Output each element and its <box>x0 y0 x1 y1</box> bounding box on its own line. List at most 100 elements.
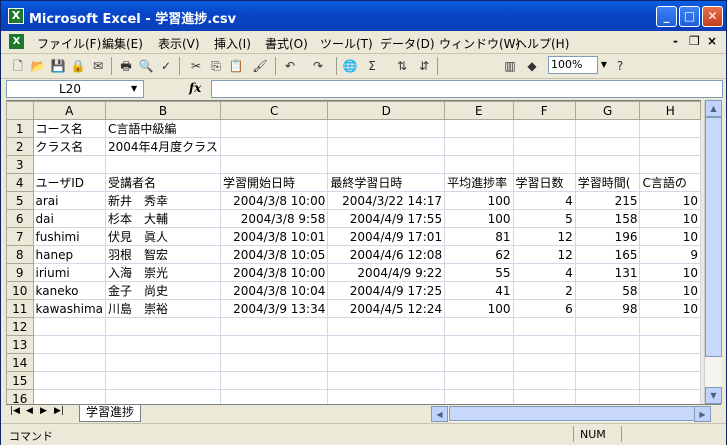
cell[interactable]: コース名 <box>32 119 106 138</box>
row-header[interactable]: 3 <box>6 155 34 174</box>
menu-edit[interactable]: 編集(E) <box>102 35 143 52</box>
row-header[interactable]: 13 <box>6 335 34 354</box>
cell[interactable] <box>327 137 446 156</box>
new-icon[interactable]: 🗋 <box>9 57 27 75</box>
cell[interactable]: 新井 秀幸 <box>105 191 221 210</box>
cell[interactable] <box>639 155 701 174</box>
cell[interactable] <box>574 353 641 372</box>
cell[interactable]: 10 <box>639 281 701 300</box>
cell[interactable]: 215 <box>574 191 641 210</box>
cell[interactable]: 4 <box>512 263 576 282</box>
cell[interactable] <box>327 119 446 138</box>
undo-icon[interactable]: ↶ <box>281 57 299 75</box>
row-header[interactable]: 12 <box>6 317 34 336</box>
column-header-a[interactable]: A <box>32 101 106 120</box>
last-sheet-icon[interactable]: ▶| <box>54 406 64 416</box>
row-header[interactable]: 16 <box>6 389 34 405</box>
cell[interactable]: 100 <box>444 191 514 210</box>
cell[interactable] <box>444 353 514 372</box>
cell[interactable]: 158 <box>574 209 641 228</box>
formula-input[interactable] <box>211 80 723 98</box>
cell[interactable] <box>574 119 641 138</box>
email-icon[interactable]: ✉ <box>89 57 107 75</box>
cell[interactable] <box>639 371 701 390</box>
cell[interactable]: 伏見 眞人 <box>105 227 221 246</box>
cell[interactable] <box>219 155 329 174</box>
vertical-scroll-thumb[interactable] <box>705 117 722 357</box>
cell[interactable]: 100 <box>444 209 514 228</box>
scroll-right-icon[interactable]: ▶ <box>694 406 711 422</box>
horizontal-scroll-thumb[interactable] <box>449 406 711 421</box>
cell[interactable]: 2004/4/9 17:25 <box>327 281 446 300</box>
cell[interactable] <box>444 155 514 174</box>
cell[interactable]: 9 <box>639 245 701 264</box>
cell[interactable] <box>327 389 446 405</box>
cell[interactable]: 2004/3/8 10:00 <box>219 191 329 210</box>
cell[interactable] <box>219 335 329 354</box>
cell[interactable]: 58 <box>574 281 641 300</box>
cell[interactable]: 196 <box>574 227 641 246</box>
cell[interactable] <box>639 119 701 138</box>
row-header[interactable]: 7 <box>6 227 34 246</box>
cell[interactable]: 受講者名 <box>105 173 221 192</box>
help-icon[interactable]: ? <box>611 57 629 75</box>
cell[interactable] <box>32 353 106 372</box>
cell[interactable]: 10 <box>639 191 701 210</box>
row-header[interactable]: 8 <box>6 245 34 264</box>
menu-file[interactable]: ファイル(F) <box>37 35 101 52</box>
drawing-icon[interactable]: ◆ <box>523 57 541 75</box>
column-header-f[interactable]: F <box>512 101 576 120</box>
cell[interactable] <box>32 317 106 336</box>
menu-data[interactable]: データ(D) <box>380 35 435 52</box>
cell[interactable]: 98 <box>574 299 641 318</box>
cell[interactable] <box>105 389 221 405</box>
cell[interactable]: 2004/3/8 10:00 <box>219 263 329 282</box>
cell[interactable]: C言語の <box>639 173 701 192</box>
cell[interactable] <box>512 137 576 156</box>
cell[interactable] <box>444 371 514 390</box>
column-header-d[interactable]: D <box>327 101 446 120</box>
open-icon[interactable]: 📂 <box>29 57 47 75</box>
cell[interactable]: ユーザID <box>32 173 106 192</box>
chart-wizard-icon[interactable]: ▥ <box>501 57 519 75</box>
name-box-dropdown-icon[interactable]: ▼ <box>131 81 137 97</box>
cut-icon[interactable]: ✂ <box>187 57 205 75</box>
cell[interactable]: 学習時間( <box>574 173 641 192</box>
cell[interactable] <box>105 353 221 372</box>
doc-close-button[interactable]: × <box>707 34 717 48</box>
column-header-c[interactable]: C <box>219 101 329 120</box>
column-header-e[interactable]: E <box>444 101 514 120</box>
cell[interactable] <box>32 389 106 405</box>
format-painter-icon[interactable]: 🖌 <box>251 57 269 75</box>
zoom-select[interactable]: 100% <box>548 56 598 74</box>
prev-sheet-icon[interactable]: ◀ <box>26 406 33 416</box>
cell[interactable]: 6 <box>512 299 576 318</box>
row-header[interactable]: 14 <box>6 353 34 372</box>
cell[interactable]: 4 <box>512 191 576 210</box>
cell[interactable]: 杉本 大輔 <box>105 209 221 228</box>
cell[interactable] <box>105 335 221 354</box>
cell[interactable] <box>574 389 641 405</box>
minimize-button[interactable]: _ <box>656 6 677 27</box>
scroll-up-icon[interactable]: ▲ <box>705 100 722 117</box>
cell[interactable] <box>574 317 641 336</box>
sheet-tab-active[interactable]: 学習進捗 <box>79 405 142 422</box>
cell[interactable] <box>219 119 329 138</box>
cell[interactable] <box>574 335 641 354</box>
cell[interactable] <box>219 317 329 336</box>
cell[interactable]: クラス名 <box>32 137 106 156</box>
insert-function-icon[interactable]: fx <box>189 81 201 95</box>
cell[interactable]: 12 <box>512 227 576 246</box>
permission-icon[interactable]: 🔒 <box>69 57 87 75</box>
cell[interactable] <box>574 371 641 390</box>
cell[interactable]: 12 <box>512 245 576 264</box>
cell[interactable] <box>32 371 106 390</box>
cell[interactable] <box>327 335 446 354</box>
cell[interactable] <box>105 155 221 174</box>
close-button[interactable]: ✕ <box>702 6 723 27</box>
cell[interactable]: 100 <box>444 299 514 318</box>
cell[interactable]: 川島 崇裕 <box>105 299 221 318</box>
cell[interactable]: fushimi <box>32 227 106 246</box>
autosum-icon[interactable]: Σ <box>363 57 381 75</box>
cell[interactable] <box>444 119 514 138</box>
